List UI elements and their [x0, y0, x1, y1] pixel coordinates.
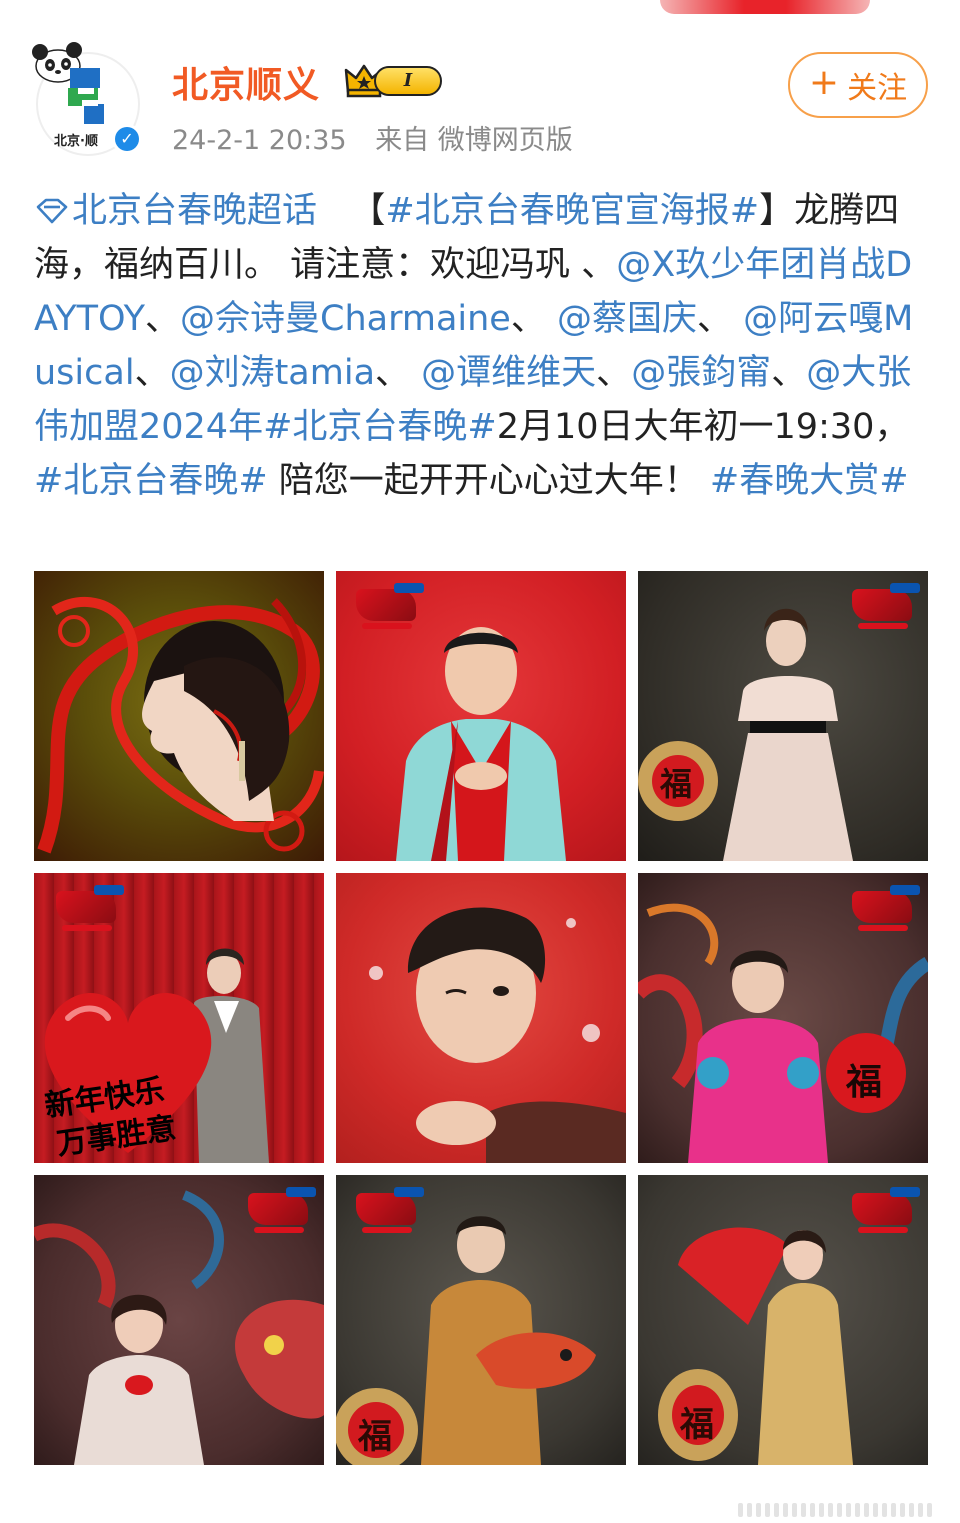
watermark-bar — [900, 1503, 905, 1517]
post-text-segment: 陪您一起开开心心过大年！ — [267, 461, 710, 501]
watermark-bar — [792, 1503, 797, 1517]
hashtag-link[interactable]: #北京台春晚# — [34, 461, 268, 501]
watermark-bar — [918, 1503, 923, 1517]
poster-image-6[interactable]: 福 — [638, 873, 928, 1163]
post-time: 24-2-1 20:35 — [172, 125, 347, 156]
watermark-bar — [873, 1503, 878, 1517]
avatar[interactable]: 北京·顺 ✓ — [32, 42, 142, 156]
woman-profile-figure — [142, 621, 290, 821]
mention-link[interactable]: @谭维维天 — [421, 353, 596, 393]
fu-character: 福 — [660, 765, 693, 803]
post-text-segment: 、 — [596, 353, 632, 393]
username[interactable]: 北京顺义 — [172, 56, 320, 108]
post-source: 来自 微博网页版 — [375, 125, 573, 156]
poster-image-1[interactable] — [34, 571, 324, 861]
mention-link[interactable]: @刘涛tamia — [170, 353, 375, 393]
fu-character: 福 — [358, 1417, 392, 1457]
woman-white-dress-figure — [74, 1294, 204, 1465]
post-text-segment: 、 — [697, 299, 744, 339]
mention-link[interactable]: @蔡国庆 — [557, 299, 697, 339]
fu-character: 福 — [680, 1405, 714, 1445]
poster-image-3[interactable]: 福 — [638, 571, 928, 861]
image-grid: 福 新年快乐 万事胜意 福 福 福 — [34, 571, 928, 1465]
plus-icon: + — [808, 62, 840, 103]
poster-image-5[interactable] — [336, 873, 626, 1163]
man-in-teal-jacket-figure — [396, 627, 566, 861]
post-text-segment: 、 — [375, 353, 422, 393]
hashtag-link[interactable]: #北京台春晚官宣海报# — [385, 191, 759, 231]
watermark-bar — [801, 1503, 806, 1517]
watermark-bar — [819, 1503, 824, 1517]
watermark — [738, 1503, 938, 1517]
watermark-bar — [927, 1503, 932, 1517]
post-text-segment: 、 — [134, 353, 170, 393]
man-pink-jacket-figure — [688, 950, 906, 1163]
watermark-bar — [747, 1503, 752, 1517]
top-red-banner — [660, 0, 870, 14]
fu-character: 福 — [846, 1061, 883, 1103]
post-text-segment: 【 — [350, 191, 386, 231]
level-badge[interactable]: I — [344, 62, 444, 100]
poster-image-8[interactable]: 福 — [336, 1175, 626, 1465]
avatar-logo-text: 北京·顺 — [54, 134, 98, 149]
poster-image-4[interactable]: 新年快乐 万事胜意 — [34, 873, 324, 1163]
hashtag-link[interactable]: #北京台春晚# — [263, 407, 497, 447]
mention-link[interactable]: @張鈞甯 — [631, 353, 771, 393]
post-text-segment: 、 — [510, 299, 557, 339]
watermark-bar — [783, 1503, 788, 1517]
shunyi-logo-icon — [68, 68, 104, 124]
watermark-bar — [756, 1503, 761, 1517]
watermark-bar — [891, 1503, 896, 1517]
watermark-bar — [765, 1503, 770, 1517]
super-topic-label: 北京台春晚超话 — [72, 191, 318, 231]
mention-link[interactable]: @佘诗曼Charmaine — [180, 299, 511, 339]
woman-feather-dress-figure — [638, 608, 853, 861]
watermark-bar — [774, 1503, 779, 1517]
level-label: I — [374, 66, 442, 96]
diamond-topic-icon — [36, 198, 68, 224]
follow-button[interactable]: + 关注 — [788, 52, 928, 118]
watermark-bar — [855, 1503, 860, 1517]
watermark-bar — [846, 1503, 851, 1517]
post-meta: 24-2-1 20:35 来自 微博网页版 — [172, 118, 593, 157]
poster-image-2[interactable] — [336, 571, 626, 861]
poster-image-7[interactable] — [34, 1175, 324, 1465]
post-text: 北京台春晚超话 【#北京台春晚官宣海报#】龙腾四海，福纳百川。 请注意：欢迎冯巩… — [34, 184, 926, 508]
hashtag-link[interactable]: #春晚大赏# — [710, 461, 909, 501]
post-text-segment: 、 — [145, 299, 181, 339]
young-man-figure — [369, 907, 626, 1163]
verified-icon: ✓ — [112, 124, 142, 154]
post-text-segment: 2月10日大年初一19:30， — [496, 407, 910, 447]
watermark-bar — [882, 1503, 887, 1517]
watermark-bar — [828, 1503, 833, 1517]
watermark-bar — [738, 1503, 743, 1517]
watermark-bar — [909, 1503, 914, 1517]
watermark-bar — [837, 1503, 842, 1517]
follow-label: 关注 — [847, 71, 908, 106]
post-text-segment: 、 — [771, 353, 807, 393]
poster-image-9[interactable]: 福 — [638, 1175, 928, 1465]
watermark-bar — [810, 1503, 815, 1517]
watermark-bar — [864, 1503, 869, 1517]
super-topic-link[interactable]: 北京台春晚超话 — [34, 191, 317, 231]
